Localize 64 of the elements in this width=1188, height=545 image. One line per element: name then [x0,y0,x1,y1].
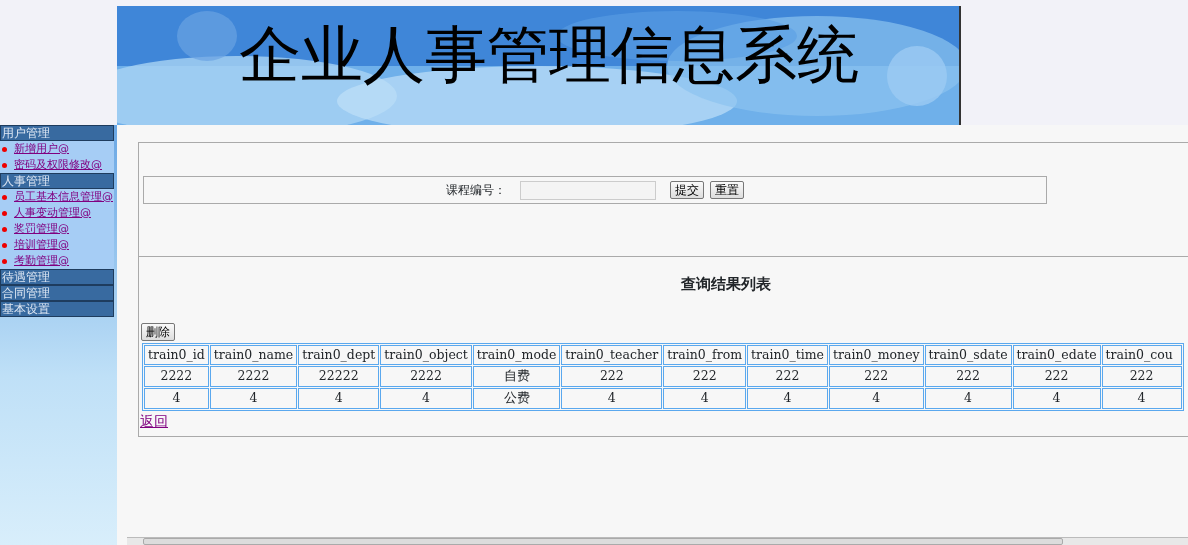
menu-link[interactable]: 新增用户@ [14,140,69,158]
bullet-icon [2,258,7,264]
menu-group-header[interactable]: 待遇管理 [0,269,114,285]
menu-link[interactable]: 人事变动管理@ [14,204,91,222]
column-header: train0_time [747,344,828,366]
course-number-field[interactable] [520,180,656,200]
bullet-icon [2,226,7,232]
table-cell: 4 [144,388,209,409]
table-cell: 4 [663,388,746,409]
table-cell: 222 [663,366,746,387]
column-header: train0_money [829,344,924,366]
menu-link[interactable]: 奖罚管理@ [14,220,69,238]
reset-button[interactable]: 重置 [710,181,744,199]
table-cell: 222 [1101,366,1182,387]
menu-group-header[interactable]: 人事管理 [0,173,114,189]
table-cell: 222 [561,366,663,387]
bullet-icon [2,242,7,248]
column-header: train0_object [380,344,472,366]
column-header: train0_name [209,344,298,366]
column-header: train0_from [663,344,746,366]
column-header: train0_teacher [561,344,663,366]
results-title: 查询结果列表 [679,274,772,295]
system-title: 企业人事管理信息系统 [239,18,859,93]
horizontal-scrollbar[interactable] [127,537,1188,545]
table-cell: 4 [924,388,1012,409]
table-cell: 4 [209,388,298,409]
table-cell: 222 [1012,366,1101,387]
column-header: train0_edate [1012,344,1101,366]
column-header: train0_mode [472,344,561,366]
table-cell: 4 [298,388,380,409]
bullet-icon [2,194,7,200]
table-cell: 222 [924,366,1012,387]
table-cell: 222 [747,366,828,387]
table-cell: 222 [829,366,924,387]
bullet-icon [2,162,7,168]
table-cell: 4 [1101,388,1182,409]
table-cell: 2222 [144,366,209,387]
menu-link[interactable]: 培训管理@ [14,236,69,254]
bullet-icon [2,146,7,152]
table-cell: 公费 [472,388,561,409]
column-header: train0_dept [298,344,380,366]
column-header: train0_cou [1101,344,1182,366]
back-link[interactable]: 返回 [140,412,168,429]
field-label: 课程编号： [446,182,506,199]
table-cell: 4 [829,388,924,409]
submit-button[interactable]: 提交 [670,181,704,199]
menu-group-header[interactable]: 用户管理 [0,125,114,141]
bullet-icon [2,210,7,216]
table-cell: 22222 [298,366,380,387]
table-cell: 4 [747,388,828,409]
table-cell: 自费 [472,366,561,387]
delete-button[interactable]: 删除 [141,322,175,341]
menu-group-header[interactable]: 合同管理 [0,285,114,301]
table-cell: 2222 [209,366,298,387]
menu-group-header[interactable]: 基本设置 [0,301,114,317]
menu-link[interactable]: 密码及权限修改@ [14,156,102,174]
menu-link[interactable]: 考勤管理@ [14,252,69,270]
table-cell: 4 [1012,388,1101,409]
column-header: train0_id [144,344,209,366]
table-cell: 2222 [380,366,472,387]
menu-link[interactable]: 员工基本信息管理@ [14,188,113,206]
table-cell: 4 [561,388,663,409]
column-header: train0_sdate [924,344,1012,366]
table-cell: 4 [380,388,472,409]
